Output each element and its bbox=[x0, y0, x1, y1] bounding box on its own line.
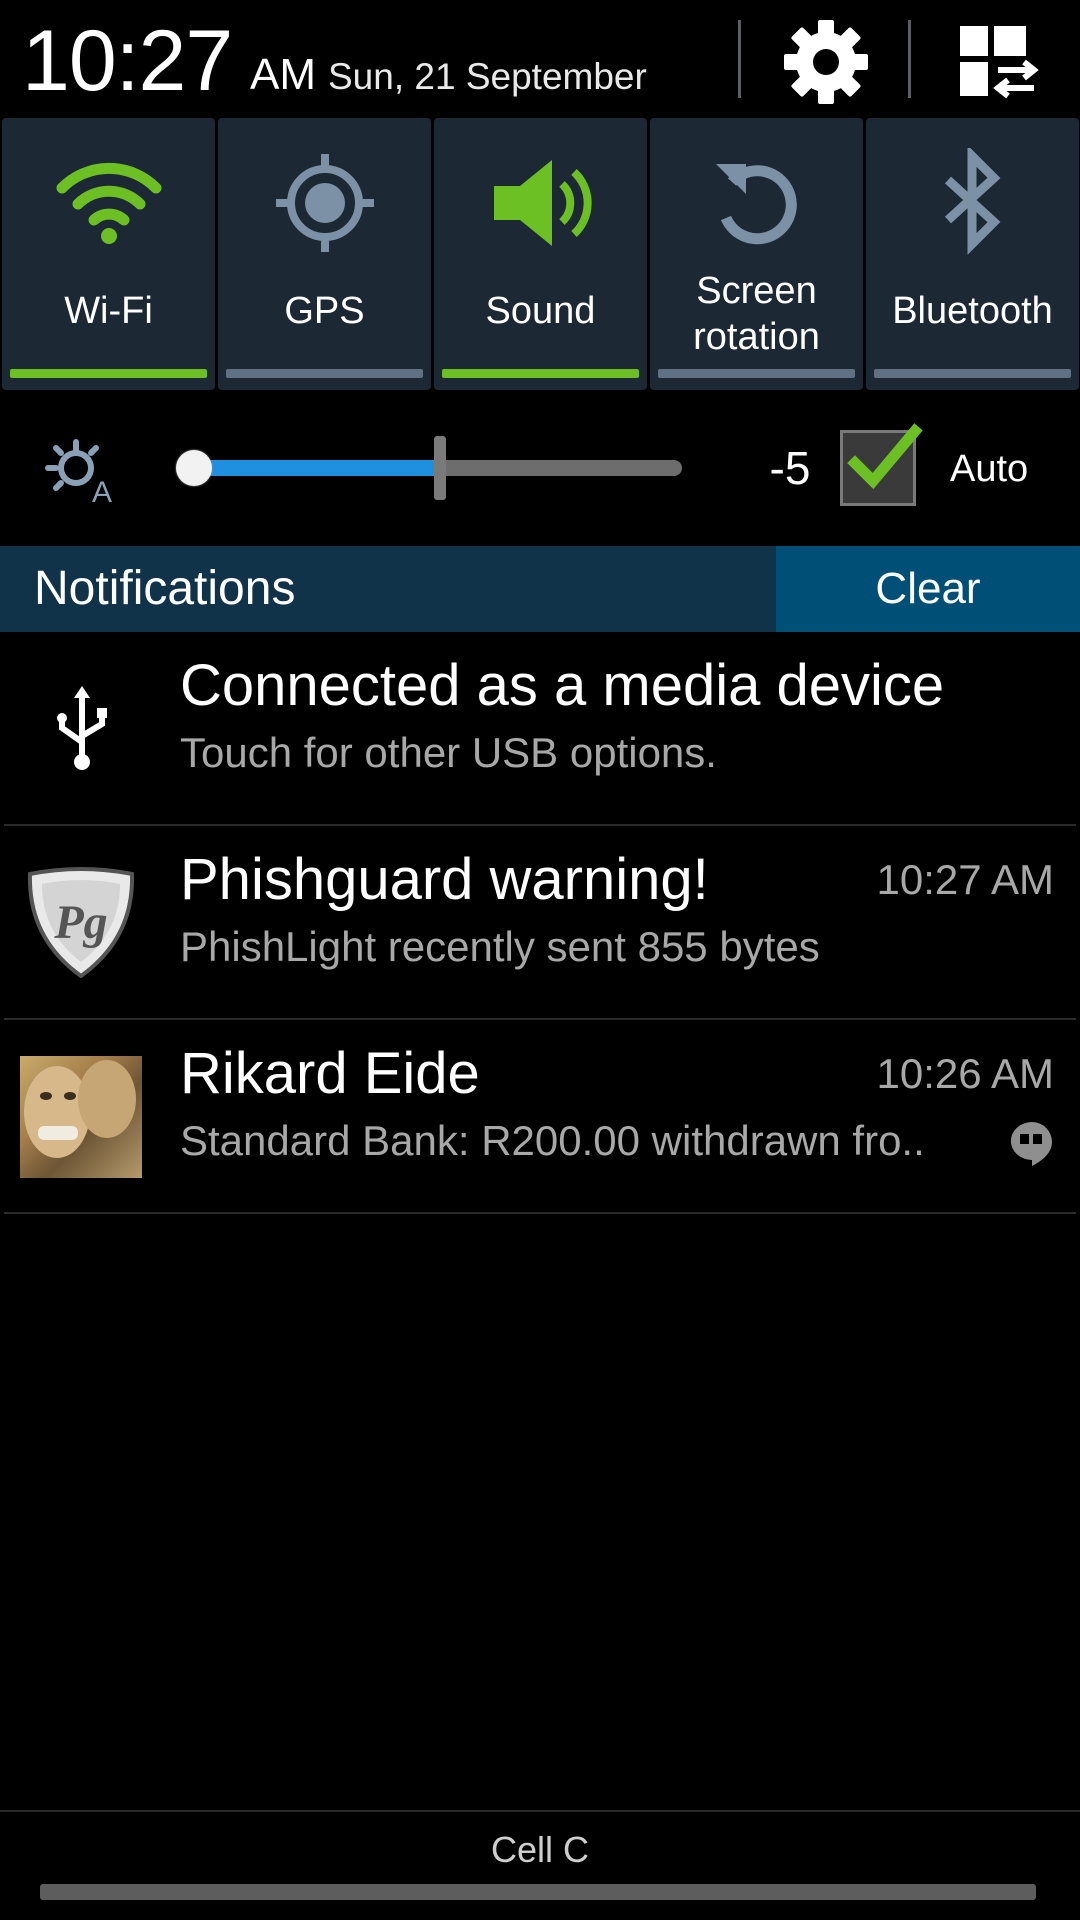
clear-button[interactable]: Clear bbox=[776, 546, 1080, 632]
toggle-gps[interactable]: GPS bbox=[218, 118, 431, 390]
notification-usb[interactable]: Connected as a media device Touch for ot… bbox=[0, 634, 1080, 826]
divider bbox=[0, 1810, 1080, 1812]
notification-time: 10:27 AM bbox=[876, 856, 1054, 903]
usb-icon bbox=[57, 686, 107, 770]
svg-text:Pg: Pg bbox=[53, 896, 107, 949]
auto-brightness-label: Auto bbox=[950, 448, 1029, 490]
grid-swap-icon bbox=[960, 26, 1039, 99]
rotate-icon bbox=[715, 164, 797, 245]
speaker-icon bbox=[493, 160, 592, 246]
clock-time: 10:27 bbox=[22, 13, 233, 109]
notification-phishguard[interactable]: Pg Phishguard warning! 10:27 AM PhishLig… bbox=[0, 828, 1080, 1020]
panel-drag-handle[interactable] bbox=[40, 1884, 1036, 1900]
toggle-label: Bluetooth bbox=[892, 290, 1053, 332]
settings-button[interactable] bbox=[778, 16, 874, 108]
hangouts-icon bbox=[1010, 1122, 1052, 1166]
checkmark-icon bbox=[847, 423, 923, 490]
notification-subtitle: Touch for other USB options. bbox=[180, 729, 717, 776]
notification-subtitle: PhishLight recently sent 855 bytes bbox=[180, 923, 820, 970]
toggle-state-bar bbox=[874, 369, 1071, 378]
notification-title: Rikard Eide bbox=[180, 1041, 480, 1106]
brightness-slider-fill bbox=[192, 460, 438, 476]
notification-title: Phishguard warning! bbox=[180, 847, 709, 912]
edit-quick-settings-button[interactable] bbox=[948, 20, 1048, 104]
phishguard-shield-icon: Pg bbox=[27, 867, 135, 978]
toggle-state-bar bbox=[10, 369, 207, 378]
brightness-value: -5 bbox=[769, 442, 811, 494]
gps-icon bbox=[275, 154, 374, 252]
brightness-slider-thumb[interactable] bbox=[176, 450, 212, 486]
divider bbox=[4, 824, 1076, 826]
auto-brightness-icon: A bbox=[44, 438, 120, 509]
header-divider bbox=[738, 20, 741, 98]
header-divider bbox=[908, 20, 911, 98]
toggle-bluetooth[interactable]: Bluetooth bbox=[866, 118, 1079, 390]
toggle-label: Wi-Fi bbox=[64, 290, 153, 332]
toggle-label: Sound bbox=[485, 290, 596, 332]
notification-message[interactable]: Rikard Eide 10:26 AM Standard Bank: R200… bbox=[0, 1022, 1080, 1214]
wifi-icon bbox=[56, 162, 161, 244]
toggle-state-bar bbox=[226, 369, 423, 378]
toggle-state-bar bbox=[442, 369, 639, 378]
toggle-screen-rotation[interactable]: Screen rotation bbox=[650, 118, 863, 390]
svg-text:A: A bbox=[92, 476, 112, 504]
toggle-sound[interactable]: Sound bbox=[434, 118, 647, 390]
notification-title: Connected as a media device bbox=[180, 653, 945, 718]
clock-ampm: AM bbox=[250, 50, 316, 99]
brightness-slider-center-mark bbox=[434, 436, 446, 500]
divider bbox=[4, 1212, 1076, 1214]
divider bbox=[4, 1018, 1076, 1020]
contact-avatar bbox=[20, 1056, 142, 1178]
carrier-label: Cell C bbox=[490, 1829, 589, 1870]
notifications-title: Notifications bbox=[34, 562, 296, 615]
date-label[interactable]: Sun, 21 September bbox=[328, 56, 647, 98]
toggle-label: Screen rotation bbox=[693, 270, 820, 358]
gear-icon bbox=[784, 20, 868, 104]
toggle-label: GPS bbox=[284, 290, 365, 332]
toggle-wifi[interactable]: Wi-Fi bbox=[2, 118, 215, 390]
bluetooth-icon bbox=[944, 148, 1001, 255]
auto-brightness-checkbox[interactable] bbox=[840, 423, 923, 506]
notification-subtitle: Standard Bank: R200.00 withdrawn fro.. bbox=[180, 1117, 925, 1164]
toggle-state-bar bbox=[658, 369, 855, 378]
notification-time: 10:26 AM bbox=[876, 1050, 1054, 1097]
